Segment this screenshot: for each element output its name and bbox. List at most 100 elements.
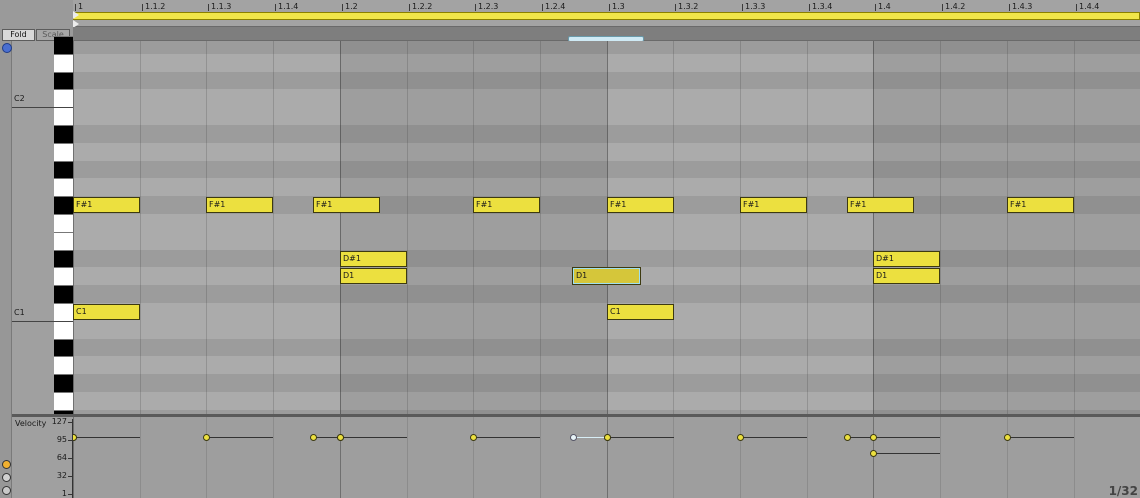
piano-key[interactable] — [54, 89, 73, 108]
piano-key[interactable] — [54, 374, 73, 392]
velocity-randomize-icon[interactable] — [2, 460, 11, 469]
midi-note[interactable]: D1 — [340, 268, 407, 284]
ruler-tick-label: 1.3 — [612, 2, 625, 11]
velocity-handle[interactable] — [870, 450, 877, 457]
piano-key[interactable] — [54, 160, 73, 179]
velocity-handle[interactable] — [844, 434, 851, 441]
midi-note[interactable]: F#1 — [847, 197, 914, 213]
fold-button[interactable]: Fold — [2, 29, 35, 41]
ruler-tick-label: 1.4.4 — [1079, 2, 1100, 11]
ruler-tick — [742, 4, 743, 11]
velocity-handle[interactable] — [604, 434, 611, 441]
loop-start-marker-icon[interactable] — [73, 11, 79, 19]
piano-key[interactable] — [54, 338, 73, 357]
octave-divider — [12, 320, 73, 322]
velocity-scale-tick — [68, 458, 73, 459]
piano-key[interactable] — [54, 125, 73, 143]
velocity-bar[interactable] — [340, 437, 407, 438]
midi-note[interactable]: F#1 — [313, 197, 380, 213]
velocity-bar[interactable] — [73, 437, 140, 438]
velocity-handle[interactable] — [870, 434, 877, 441]
velocity-grid-line — [473, 417, 474, 498]
midi-note[interactable]: C1 — [73, 304, 140, 320]
piano-key[interactable] — [54, 214, 73, 232]
midi-note[interactable]: D#1 — [340, 251, 407, 267]
velocity-grid-line — [140, 417, 141, 498]
midi-note[interactable]: C1 — [607, 304, 674, 320]
piano-key[interactable] — [54, 71, 73, 90]
velocity-bar[interactable] — [1007, 437, 1074, 438]
piano-key[interactable] — [54, 392, 73, 410]
ruler-tick-label: 1.1.3 — [211, 2, 232, 11]
velocity-grid-line — [540, 417, 541, 498]
piano-key[interactable] — [54, 53, 73, 72]
velocity-fold-icon[interactable] — [2, 486, 11, 495]
midi-note[interactable]: F#1 — [607, 197, 674, 213]
midi-note[interactable]: D1 — [873, 268, 940, 284]
side-strip — [0, 41, 12, 498]
velocity-scale-label: 64 — [56, 453, 67, 462]
loop-brace[interactable] — [73, 12, 1140, 20]
grid-line — [273, 41, 274, 415]
midi-note[interactable]: D#1 — [873, 251, 940, 267]
octave-label: C2 — [14, 94, 25, 104]
velocity-grid-line — [340, 417, 341, 498]
midi-note[interactable]: F#1 — [206, 197, 273, 213]
velocity-handle[interactable] — [337, 434, 344, 441]
velocity-handle[interactable] — [737, 434, 744, 441]
piano-key[interactable] — [54, 142, 73, 161]
grid-zoom-label: 1/32 — [1108, 484, 1138, 498]
piano-key[interactable] — [54, 320, 73, 339]
grid-line — [73, 41, 74, 415]
velocity-editor[interactable] — [73, 417, 1140, 498]
grid-line — [1007, 41, 1008, 415]
grid-line — [607, 41, 608, 415]
piano-keyboard[interactable] — [54, 36, 73, 446]
velocity-bar[interactable] — [473, 437, 540, 438]
midi-note[interactable]: F#1 — [1007, 197, 1074, 213]
velocity-handle[interactable] — [1004, 434, 1011, 441]
piano-key[interactable] — [54, 356, 73, 375]
velocity-bar[interactable] — [873, 437, 940, 438]
piano-key[interactable] — [54, 249, 73, 268]
velocity-bar[interactable] — [740, 437, 807, 438]
midi-note[interactable]: F#1 — [73, 197, 140, 213]
midi-note[interactable]: F#1 — [740, 197, 807, 213]
piano-key[interactable] — [54, 285, 73, 303]
velocity-handle[interactable] — [203, 434, 210, 441]
midi-note[interactable]: F#1 — [473, 197, 540, 213]
ruler-tick — [275, 4, 276, 11]
velocity-title: Velocity — [15, 419, 47, 428]
piano-key[interactable] — [54, 36, 73, 54]
velocity-scale-label: 95 — [56, 435, 67, 445]
piano-key[interactable] — [54, 267, 73, 286]
velocity-bar[interactable] — [607, 437, 674, 438]
velocity-mode-icon[interactable] — [2, 473, 11, 482]
velocity-grid-line — [1074, 417, 1075, 498]
velocity-grid-line — [73, 417, 74, 498]
velocity-bar[interactable] — [873, 453, 940, 454]
velocity-scale-tick — [68, 422, 73, 423]
velocity-handle[interactable] — [73, 434, 77, 441]
piano-key[interactable] — [54, 107, 73, 125]
velocity-handle[interactable] — [570, 434, 577, 441]
velocity-handle[interactable] — [310, 434, 317, 441]
ruler-tick — [809, 4, 810, 11]
fold-toggle-icon[interactable] — [2, 43, 12, 53]
piano-key[interactable] — [54, 303, 73, 321]
velocity-bar[interactable] — [206, 437, 273, 438]
piano-key[interactable] — [54, 196, 73, 214]
midi-note[interactable]: D1 — [572, 267, 641, 285]
ruler-tick — [409, 4, 410, 11]
grid-line — [140, 41, 141, 415]
ruler-tick-label: 1.2.3 — [478, 2, 499, 11]
ruler-tick — [875, 4, 876, 11]
velocity-handle[interactable] — [470, 434, 477, 441]
ruler-tick — [609, 4, 610, 11]
ruler-tick-label: 1.4 — [878, 2, 891, 11]
grid-line — [873, 41, 874, 415]
note-editor-grid[interactable]: F#1 F#1 F#1 F#1 F#1 F#1 F#1 F#1 D#1 D#1 D1 D1 D1 C1 C1 — [73, 41, 1140, 415]
ruler-tick-label: 1.2.4 — [545, 2, 566, 11]
piano-key[interactable] — [54, 178, 73, 197]
piano-key[interactable] — [54, 231, 73, 250]
